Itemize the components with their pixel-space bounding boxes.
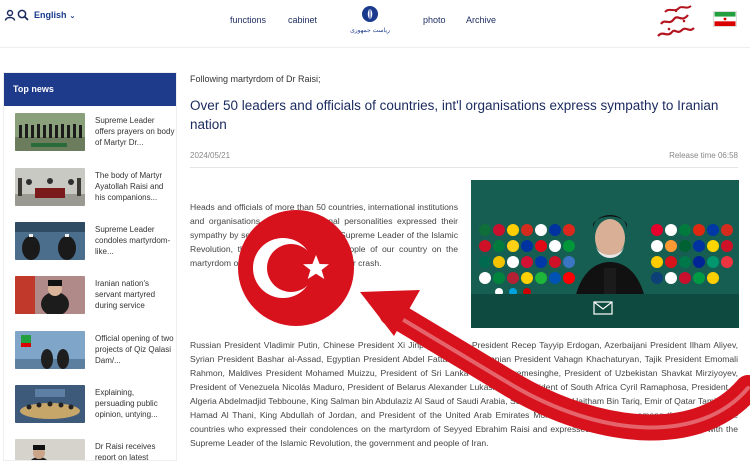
news-item-text: Explaining, persuading public opinion, u… <box>95 388 158 419</box>
news-thumbnail[interactable] <box>15 168 85 206</box>
news-item-text: Supreme Leader offers prayers on body of… <box>95 116 175 147</box>
nav-archive[interactable]: Archive <box>466 15 496 25</box>
release-time: Release time 06:58 <box>669 151 738 160</box>
search-icon[interactable] <box>17 9 29 21</box>
article-photo <box>471 180 739 328</box>
article-headline: Over 50 leaders and officials of countri… <box>190 98 719 132</box>
chevron-down-icon: ⌄ <box>69 13 76 20</box>
nav-functions[interactable]: functions <box>230 15 266 25</box>
iran-flag-icon[interactable] <box>713 11 737 27</box>
article-date: 2024/05/21 <box>190 151 231 160</box>
news-item[interactable]: Dr Raisi receives report on latest <box>15 439 175 461</box>
news-item-text: Dr Raisi receives report on latest <box>95 442 156 461</box>
divider <box>190 167 738 168</box>
news-item-text: Official opening of two projects of Qiz … <box>95 334 174 365</box>
news-thumbnail[interactable] <box>15 222 85 260</box>
calligraphy-logo <box>657 5 695 37</box>
flag-grid-left <box>479 224 575 296</box>
news-thumbnail[interactable] <box>15 331 85 369</box>
news-item-text: The body of Martyr Ayatollah Raisi and h… <box>95 171 164 202</box>
news-thumbnail[interactable] <box>15 276 85 314</box>
sidebar-title: Top news <box>4 73 176 106</box>
emblem-icon[interactable] <box>352 3 388 43</box>
flag-grid-right <box>651 224 733 284</box>
news-thumbnail[interactable] <box>15 113 85 151</box>
article-paragraph: Russian President Vladimir Putin, Chines… <box>190 340 738 448</box>
mail-icon <box>593 301 613 315</box>
news-item[interactable]: The body of Martyr Ayatollah Raisi and h… <box>15 168 175 212</box>
news-item[interactable]: Supreme Leader condoles martyrdom-like..… <box>15 222 175 266</box>
article-paragraph: Heads and officials of more than 50 coun… <box>190 202 458 268</box>
article-kicker: Following martyrdom of Dr Raisi; <box>190 74 321 84</box>
user-icon[interactable] <box>4 9 16 21</box>
site-header: English ⌄ functions cabinet ریاست جمهوری … <box>0 0 750 48</box>
news-item-text: Iranian nation's servant martyred during… <box>95 279 156 310</box>
top-news-sidebar: Top news Supreme Leader offers prayers o… <box>3 72 177 461</box>
nav-photo[interactable]: photo <box>423 15 446 25</box>
language-selector[interactable]: English ⌄ <box>34 10 75 20</box>
news-item[interactable]: Official opening of two projects of Qiz … <box>15 331 175 375</box>
nav-cabinet[interactable]: cabinet <box>288 15 317 25</box>
news-item[interactable]: Supreme Leader offers prayers on body of… <box>15 113 175 157</box>
news-item-text: Supreme Leader condoles martyrdom-like..… <box>95 225 171 256</box>
language-label: English <box>34 10 67 20</box>
logo-caption: ریاست جمهوری <box>350 27 390 34</box>
news-item[interactable]: Explaining, persuading public opinion, u… <box>15 385 175 429</box>
news-thumbnail[interactable] <box>15 385 85 423</box>
news-thumbnail[interactable] <box>15 439 85 461</box>
news-item[interactable]: Iranian nation's servant martyred during… <box>15 276 175 320</box>
